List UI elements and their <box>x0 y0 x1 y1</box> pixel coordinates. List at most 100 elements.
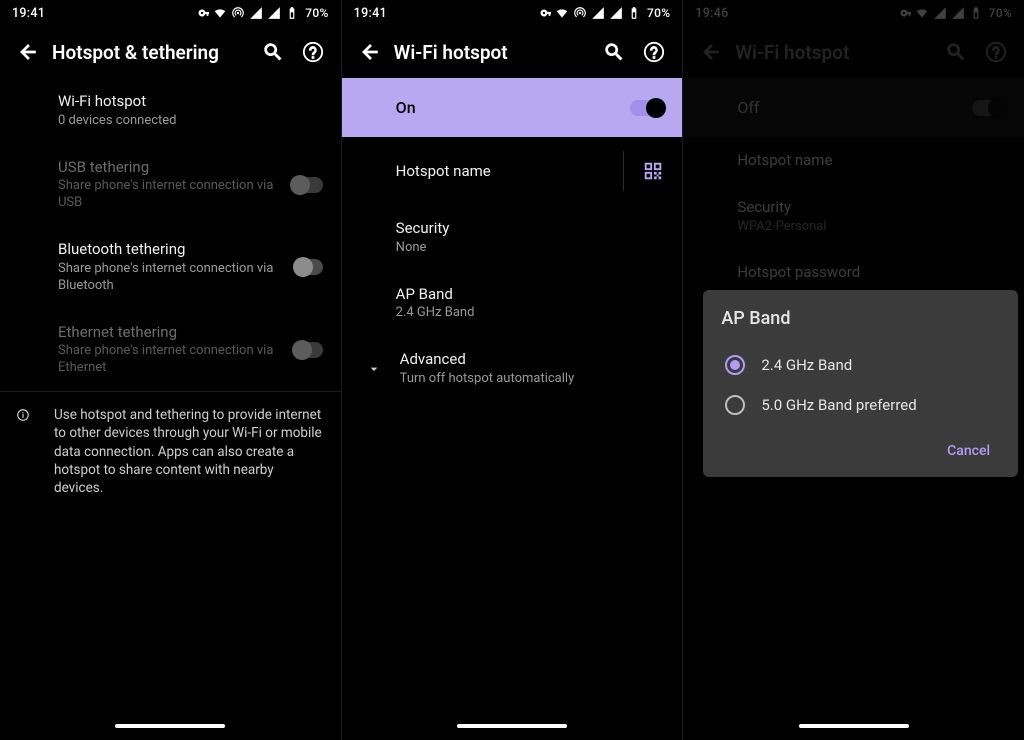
chevron-down-icon <box>366 359 382 379</box>
hotspot-off-row[interactable]: Off <box>683 78 1024 137</box>
hotspot-on-row[interactable]: On <box>342 78 683 137</box>
vpn-key-icon <box>195 6 209 20</box>
signal-icon-1 <box>249 6 263 20</box>
vpn-key-icon <box>537 6 551 20</box>
hotspot-name-item[interactable]: Hotspot name <box>342 137 683 205</box>
usb-tethering-toggle <box>292 177 323 193</box>
hotspot-master-toggle[interactable] <box>630 100 664 116</box>
battery-text: 70% <box>647 6 670 20</box>
info-icon <box>16 408 30 422</box>
battery-text: 70% <box>305 6 328 20</box>
item-value: WPA2-Personal <box>737 219 994 236</box>
status-icons: 70% <box>897 6 1012 20</box>
search-icon <box>945 41 967 63</box>
item-title: Hotspot name <box>396 162 600 181</box>
signal-icon-1 <box>591 6 605 20</box>
nav-pill-icon <box>799 724 909 728</box>
battery-icon <box>969 6 983 20</box>
back-arrow-icon <box>17 41 39 63</box>
search-button[interactable] <box>253 32 293 72</box>
bluetooth-tethering-toggle[interactable] <box>295 259 323 275</box>
hotspot-name-item[interactable]: Hotspot name <box>683 137 1024 184</box>
back-button[interactable] <box>8 32 48 72</box>
nav-pill-icon <box>457 724 567 728</box>
dialog-title: AP Band <box>721 308 1000 329</box>
item-title: Security <box>737 198 994 217</box>
hotspot-detail-dimmed: Off Hotspot name Security WPA2-Personal … <box>683 78 1024 296</box>
security-item[interactable]: Security None <box>342 205 683 271</box>
qr-code-icon <box>642 160 664 182</box>
phone-panel-1: 19:41 70% Hotspot & tethering <box>0 0 342 740</box>
statusbar: 19:41 70% <box>0 0 341 26</box>
item-title: AP Band <box>396 285 653 304</box>
radio-selected-icon <box>725 355 745 375</box>
apband-item[interactable]: AP Band 2.4 GHz Band <box>342 271 683 337</box>
help-icon <box>302 41 324 63</box>
option-label: 2.4 GHz Band <box>761 356 852 374</box>
status-icons: 70% <box>537 6 670 20</box>
item-value: 2.4 GHz Band <box>396 305 653 322</box>
wifi-hotspot-item[interactable]: Wi-Fi hotspot 0 devices connected <box>0 78 341 144</box>
apband-option-24[interactable]: 2.4 GHz Band <box>721 345 1000 385</box>
search-button[interactable] <box>936 32 976 72</box>
phone-panel-3: 19:46 70% Wi-Fi hotspot <box>683 0 1024 740</box>
advanced-item[interactable]: Advanced Turn off hotspot automatically <box>342 336 683 402</box>
battery-icon <box>627 6 641 20</box>
battery-icon <box>285 6 299 20</box>
help-button[interactable] <box>634 32 674 72</box>
ethernet-tethering-toggle <box>294 342 323 358</box>
item-title: USB tethering <box>58 158 280 177</box>
signal-icon-2 <box>267 6 281 20</box>
item-title: Advanced <box>400 350 653 369</box>
item-subtitle: 0 devices connected <box>58 113 311 130</box>
help-icon <box>985 41 1007 63</box>
nav-bar[interactable] <box>0 712 341 740</box>
page-title: Wi-Fi hotspot <box>390 41 595 64</box>
item-value: None <box>396 240 653 257</box>
wifi-icon <box>555 6 569 20</box>
wifi-icon <box>213 6 227 20</box>
back-button[interactable] <box>350 32 390 72</box>
off-label: Off <box>737 98 972 117</box>
nav-bar[interactable] <box>342 712 683 740</box>
triple-phone-viewport: 19:41 70% Hotspot & tethering <box>0 0 1024 740</box>
item-subtitle: Share phone's internet connection via Bl… <box>58 261 283 295</box>
hotspot-detail: On Hotspot name Security None AP <box>342 78 683 712</box>
statusbar: 19:46 70% <box>683 0 1024 26</box>
item-title: Hotspot name <box>737 151 994 170</box>
bluetooth-tethering-item[interactable]: Bluetooth tethering Share phone's intern… <box>0 226 341 309</box>
item-title: Bluetooth tethering <box>58 240 283 259</box>
search-button[interactable] <box>594 32 634 72</box>
item-title: Security <box>396 219 653 238</box>
qr-share-button[interactable] <box>623 151 664 191</box>
item-title: Hotspot password <box>737 263 994 282</box>
item-subtitle: Share phone's internet connection via US… <box>58 178 280 212</box>
battery-text: 70% <box>989 6 1012 20</box>
back-button[interactable] <box>691 32 731 72</box>
hotspot-master-toggle[interactable] <box>972 100 1006 116</box>
app-header: Wi-Fi hotspot <box>342 26 683 78</box>
phone-panel-2: 19:41 70% Wi-Fi hotspot <box>342 0 684 740</box>
on-label: On <box>396 98 631 117</box>
help-button[interactable] <box>293 32 333 72</box>
item-subtitle: Share phone's internet connection via Et… <box>58 343 282 377</box>
help-button[interactable] <box>976 32 1016 72</box>
cancel-button[interactable]: Cancel <box>937 435 1000 467</box>
radio-unselected-icon <box>725 395 745 415</box>
apband-option-50[interactable]: 5.0 GHz Band preferred <box>721 385 1000 425</box>
nav-bar[interactable] <box>683 712 1024 740</box>
status-clock: 19:41 <box>12 6 45 21</box>
status-clock: 19:41 <box>354 6 387 21</box>
apband-dialog: AP Band 2.4 GHz Band 5.0 GHz Band prefer… <box>703 290 1018 477</box>
search-icon <box>603 41 625 63</box>
statusbar: 19:41 70% <box>342 0 683 26</box>
status-icons: 70% <box>195 6 328 20</box>
settings-list: Wi-Fi hotspot 0 devices connected USB te… <box>0 78 341 712</box>
info-text: Use hotspot and tethering to provide int… <box>54 406 325 497</box>
back-arrow-icon <box>359 41 381 63</box>
ethernet-tethering-item: Ethernet tethering Share phone's interne… <box>0 309 341 392</box>
vpn-key-icon <box>897 6 911 20</box>
hotspot-icon <box>573 6 587 20</box>
info-paragraph: Use hotspot and tethering to provide int… <box>0 392 341 511</box>
security-item[interactable]: Security WPA2-Personal <box>683 184 1024 250</box>
